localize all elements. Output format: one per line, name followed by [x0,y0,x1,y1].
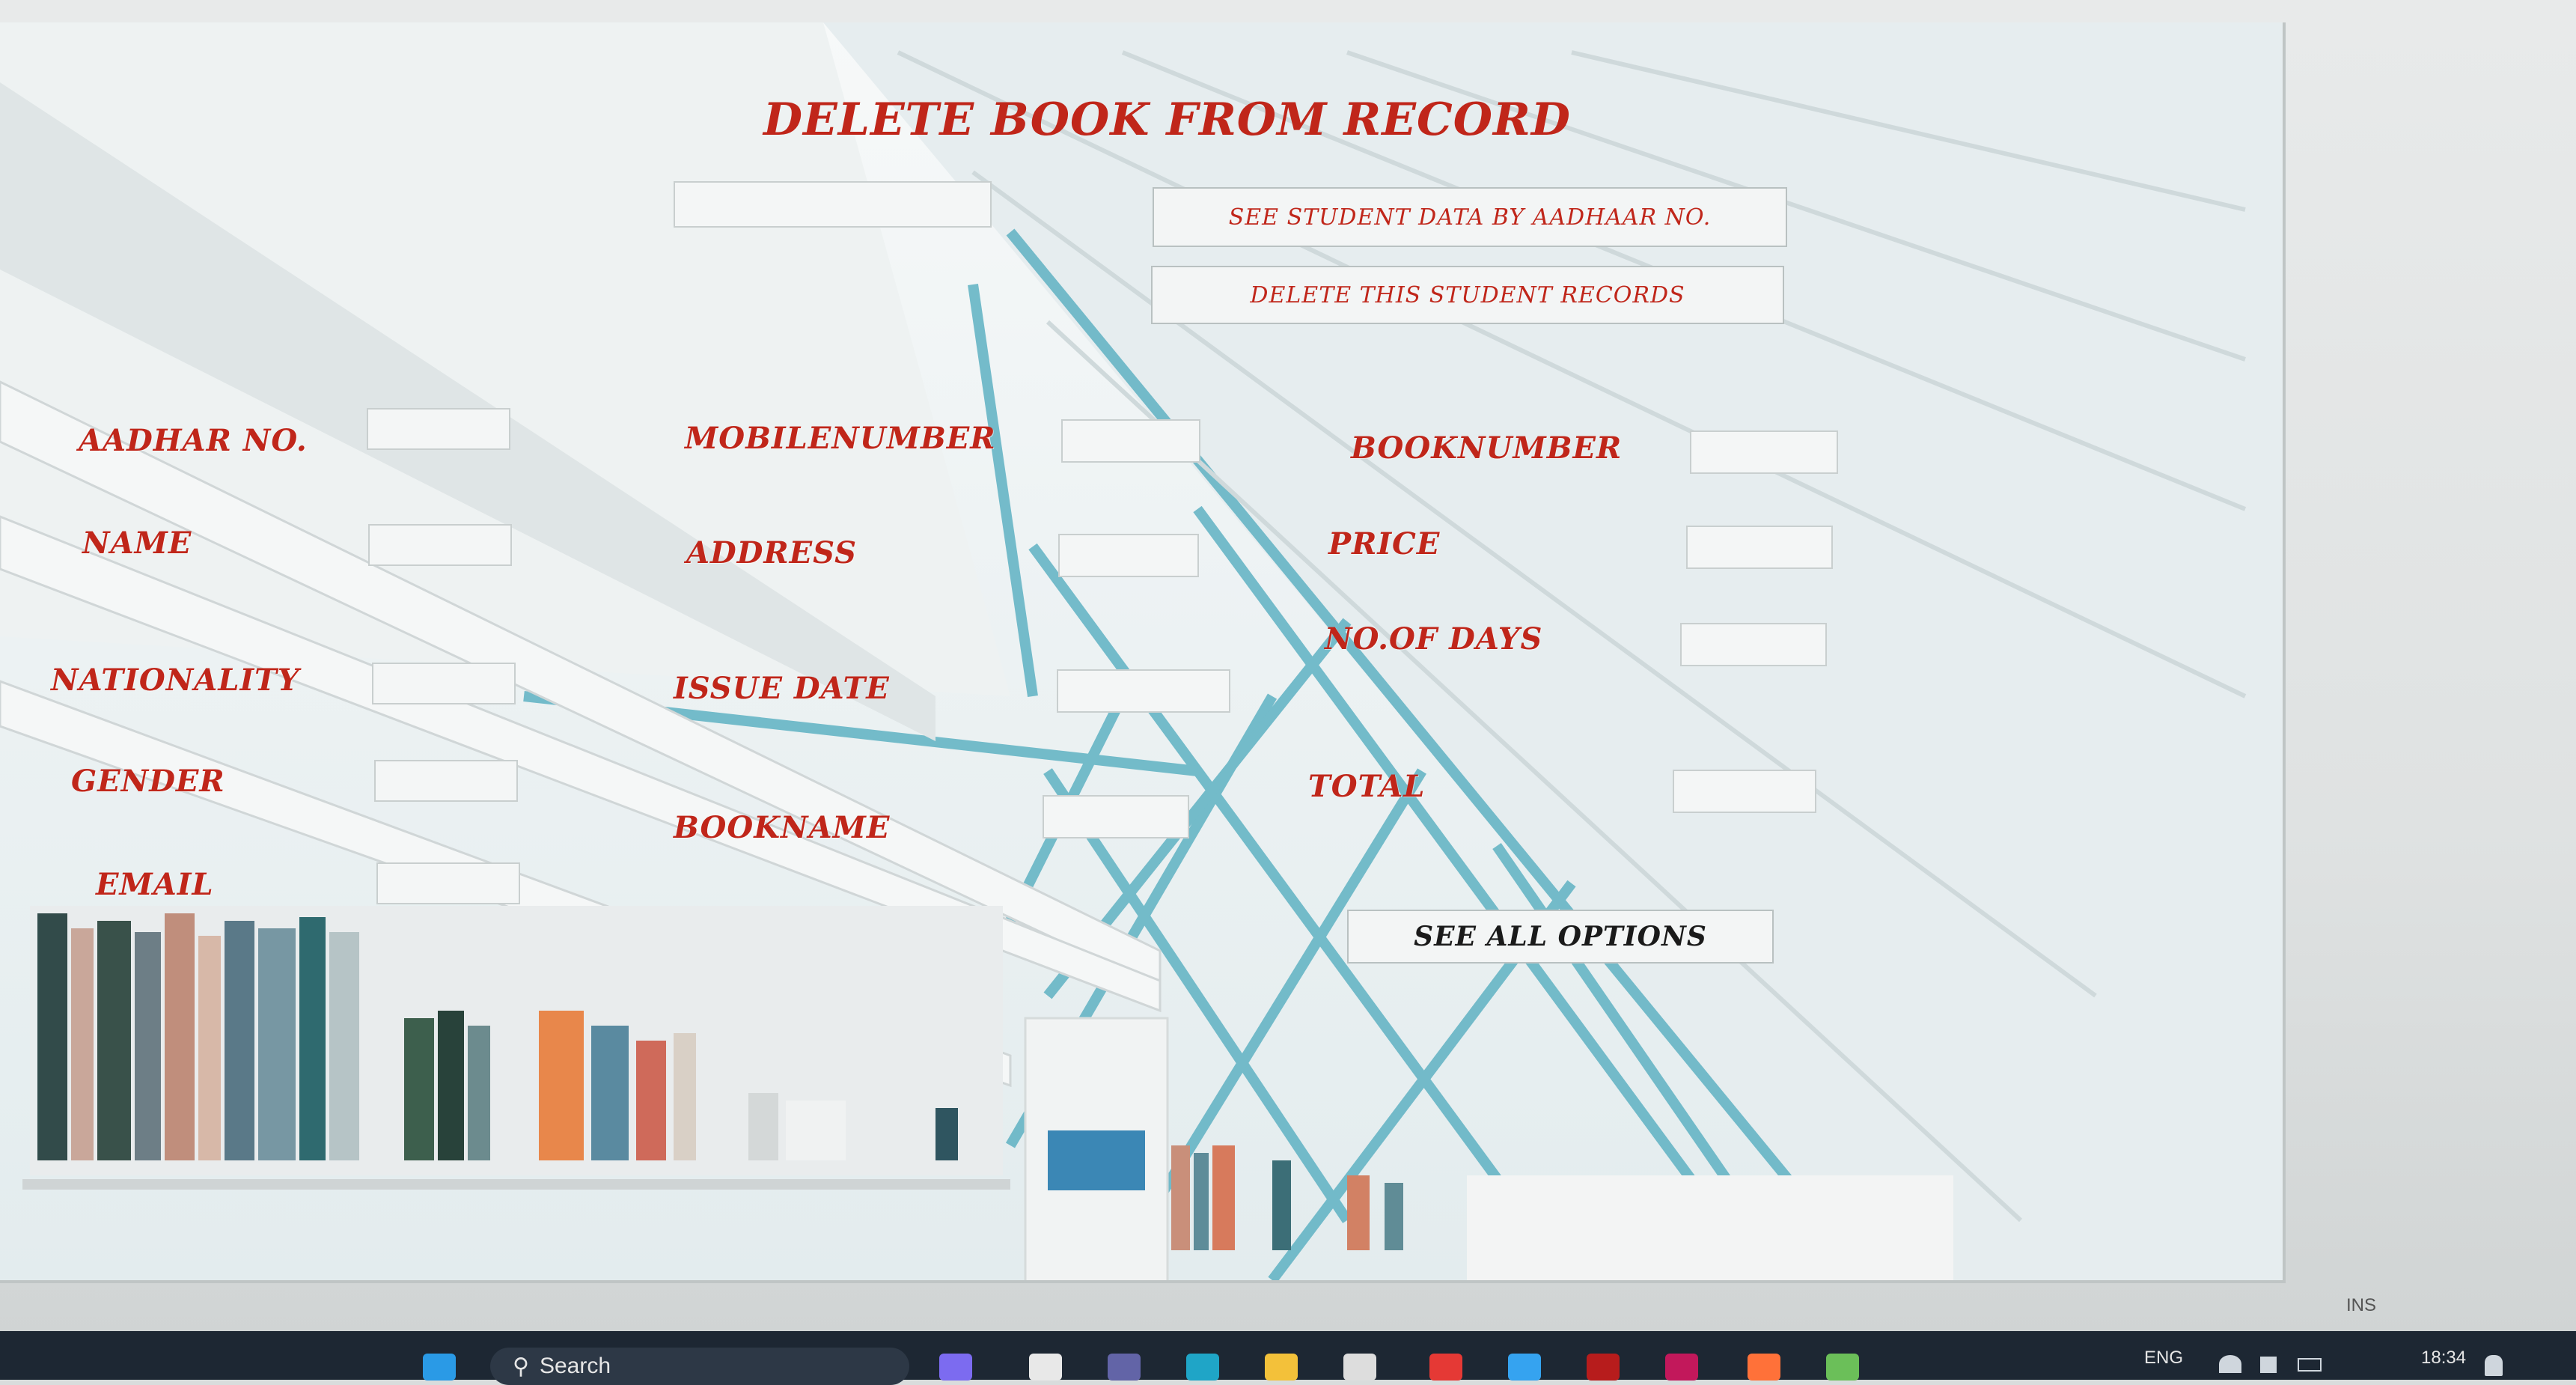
media-player-icon[interactable] [1665,1354,1698,1381]
email-input[interactable] [376,862,520,904]
gender-input[interactable] [374,760,518,802]
address-input[interactable] [1058,534,1199,577]
nationality-input[interactable] [372,663,516,704]
aadhaar-search-input[interactable] [674,181,992,228]
booknumber-label: BOOKNUMBER [1351,430,1623,466]
nationality-label: NATIONALITY [51,663,300,698]
mobile-input[interactable] [1061,419,1200,463]
bookname-label: BOOKNAME [674,810,891,845]
taskbar-search-label: Search [539,1354,611,1378]
issue-date-label: ISSUE DATE [674,671,890,706]
windows-start-icon[interactable] [423,1354,456,1381]
bookname-input[interactable] [1043,795,1189,838]
see-all-options-button[interactable]: SEE ALL OPTIONS [1347,910,1774,964]
issue-date-input[interactable] [1057,669,1230,713]
app-icon-green[interactable] [1826,1354,1859,1381]
days-label: NO.OF DAYS [1325,621,1543,657]
notification-app-icon[interactable] [1508,1354,1541,1381]
price-input[interactable] [1686,526,1833,569]
volume-icon[interactable] [2260,1357,2277,1373]
teams-icon[interactable] [1108,1354,1141,1381]
aadhar-label: AADHAR NO. [79,423,308,458]
search-icon: ⚲ [513,1354,529,1379]
wifi-icon[interactable] [2219,1355,2241,1373]
edge-icon[interactable] [1186,1354,1219,1381]
store-icon[interactable] [1343,1354,1376,1381]
name-input[interactable] [368,524,512,566]
aadhar-input[interactable] [367,408,510,450]
notification-bell-icon[interactable] [2485,1355,2503,1376]
mcafee-icon[interactable] [1587,1354,1620,1381]
days-input[interactable] [1680,623,1827,666]
total-label: TOTAL [1308,769,1426,804]
library-background-image [0,22,2283,1280]
booknumber-input[interactable] [1690,430,1838,474]
address-label: ADDRESS [686,535,858,570]
screen: DELETE BOOK FROM RECORD SEE STUDENT DATA… [0,0,2576,1385]
total-input[interactable] [1673,770,1816,813]
ins-indicator: INS [2346,1295,2377,1315]
file-explorer-icon[interactable] [1265,1354,1298,1381]
clock[interactable]: 18:34 [2421,1348,2466,1369]
app-window: DELETE BOOK FROM RECORD SEE STUDENT DATA… [0,22,2286,1283]
battery-icon[interactable] [2298,1358,2322,1372]
gender-label: GENDER [71,764,225,799]
firefox-icon[interactable] [1748,1354,1780,1381]
page-title: DELETE BOOK FROM RECORD [763,94,1571,146]
task-view-icon[interactable] [1029,1354,1062,1381]
delete-student-records-button[interactable]: DELETE THIS STUDENT RECORDS [1151,266,1784,324]
mobile-label: MOBILENUMBER [685,421,996,456]
name-label: NAME [82,526,192,561]
see-student-data-button[interactable]: SEE STUDENT DATA BY AADHAAR NO. [1153,187,1787,247]
price-label: PRICE [1328,526,1441,561]
email-label: EMAIL [96,867,214,902]
language-indicator[interactable]: ENG [2144,1348,2183,1369]
copilot-icon[interactable] [939,1354,972,1381]
app-icon-red[interactable] [1429,1354,1462,1381]
